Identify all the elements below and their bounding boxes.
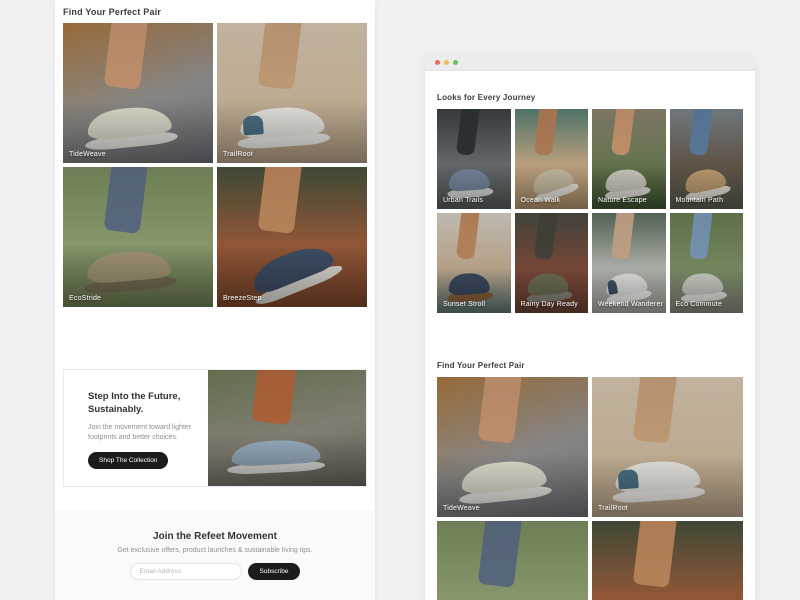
photo-label: Nature Escape: [598, 197, 647, 204]
newsletter-subtext: Get exclusive offers, product launches &…: [55, 547, 375, 554]
hero-text-block: Step Into the Future, Sustainably. Join …: [64, 370, 208, 486]
zoom-window-icon[interactable]: [453, 60, 458, 65]
photo-overlay: [217, 23, 367, 163]
photo-label: EcoStride: [69, 295, 101, 302]
photo-overlay: [208, 370, 366, 486]
look-tile[interactable]: Weekend Wanderer: [592, 213, 666, 313]
minimize-window-icon[interactable]: [444, 60, 449, 65]
photo-overlay: [515, 109, 589, 209]
perfect-pair-heading: Find Your Perfect Pair: [63, 7, 367, 17]
product-grid: TideWeave TrailRoot EcoStrideBreezeStep: [437, 377, 743, 600]
look-tile[interactable]: Nature Escape: [592, 109, 666, 209]
shop-collection-button[interactable]: Shop The Collection: [88, 452, 168, 469]
browser-titlebar[interactable]: [425, 55, 755, 71]
photo-label: Eco Commute: [676, 301, 723, 308]
photo-label: Sunset Stroll: [443, 301, 485, 308]
browser-window: Looks for Every Journey Urban Trails Ocea…: [425, 55, 755, 600]
photo-overlay: [670, 109, 744, 209]
product-tile[interactable]: TrailRoot: [592, 377, 743, 517]
close-window-icon[interactable]: [435, 60, 440, 65]
hero-image: [208, 370, 366, 486]
photo-overlay: [515, 213, 589, 313]
photo-overlay: [437, 213, 511, 313]
subscribe-form: Subscribe: [55, 563, 375, 580]
look-tile[interactable]: Sunset Stroll: [437, 213, 511, 313]
photo-label: Rainy Day Ready: [521, 301, 578, 308]
photo-overlay: [592, 109, 666, 209]
photo-overlay: [437, 109, 511, 209]
product-grid: TideWeave TrailRoot EcoStride BreezeStep: [63, 23, 367, 307]
photo-overlay: [63, 167, 213, 307]
design-canvas: Find Your Perfect Pair TideWeave TrailRoo…: [0, 0, 800, 600]
journey-heading: Looks for Every Journey: [437, 93, 743, 102]
photo-label: Weekend Wanderer: [598, 301, 663, 308]
photo-label: TrailRoot: [598, 505, 628, 512]
hero-body-text: Join the movement toward lighter footpri…: [88, 423, 198, 443]
photo-label: Ocean Walk: [521, 197, 561, 204]
hero-heading: Step Into the Future, Sustainably.: [88, 390, 198, 417]
hero-heading-line1: Step Into the Future,: [88, 391, 180, 402]
product-tile[interactable]: BreezeStep: [592, 521, 743, 600]
lookbook-grid: Urban Trails Ocean Walk Nature Escape Mount…: [437, 109, 743, 313]
product-tile[interactable]: EcoStride: [437, 521, 588, 600]
product-tile[interactable]: TrailRoot: [217, 23, 367, 163]
look-tile[interactable]: Rainy Day Ready: [515, 213, 589, 313]
product-tile[interactable]: TideWeave: [437, 377, 588, 517]
product-tile[interactable]: BreezeStep: [217, 167, 367, 307]
product-tile[interactable]: TideWeave: [63, 23, 213, 163]
photo-label: TideWeave: [443, 505, 480, 512]
photo-overlay: [217, 167, 367, 307]
photo-label: Urban Trails: [443, 197, 483, 204]
landing-page-preview: Find Your Perfect Pair TideWeave TrailRoo…: [55, 0, 375, 600]
photo-label: BreezeStep: [223, 295, 262, 302]
hero-banner: Step Into the Future, Sustainably. Join …: [63, 369, 367, 487]
photo-overlay: [63, 23, 213, 163]
browser-viewport: Looks for Every Journey Urban Trails Ocea…: [425, 71, 755, 600]
hero-heading-line2: Sustainably.: [88, 404, 143, 415]
photo-label: Mountain Path: [676, 197, 724, 204]
look-tile[interactable]: Ocean Walk: [515, 109, 589, 209]
subscribe-button[interactable]: Subscribe: [248, 563, 301, 580]
photo-overlay: [437, 521, 588, 600]
email-input[interactable]: [130, 563, 242, 580]
photo-label: TideWeave: [69, 151, 106, 158]
newsletter-section: Join the Refeet Movement Get exclusive o…: [55, 510, 375, 600]
photo-overlay: [670, 213, 744, 313]
newsletter-heading: Join the Refeet Movement: [55, 531, 375, 542]
photo-overlay: [592, 377, 743, 517]
look-tile[interactable]: Eco Commute: [670, 213, 744, 313]
photo-overlay: [437, 377, 588, 517]
perfect-pair-heading: Find Your Perfect Pair: [437, 361, 743, 370]
photo-overlay: [592, 213, 666, 313]
look-tile[interactable]: Urban Trails: [437, 109, 511, 209]
photo-overlay: [592, 521, 743, 600]
photo-label: TrailRoot: [223, 151, 253, 158]
look-tile[interactable]: Mountain Path: [670, 109, 744, 209]
product-tile[interactable]: EcoStride: [63, 167, 213, 307]
